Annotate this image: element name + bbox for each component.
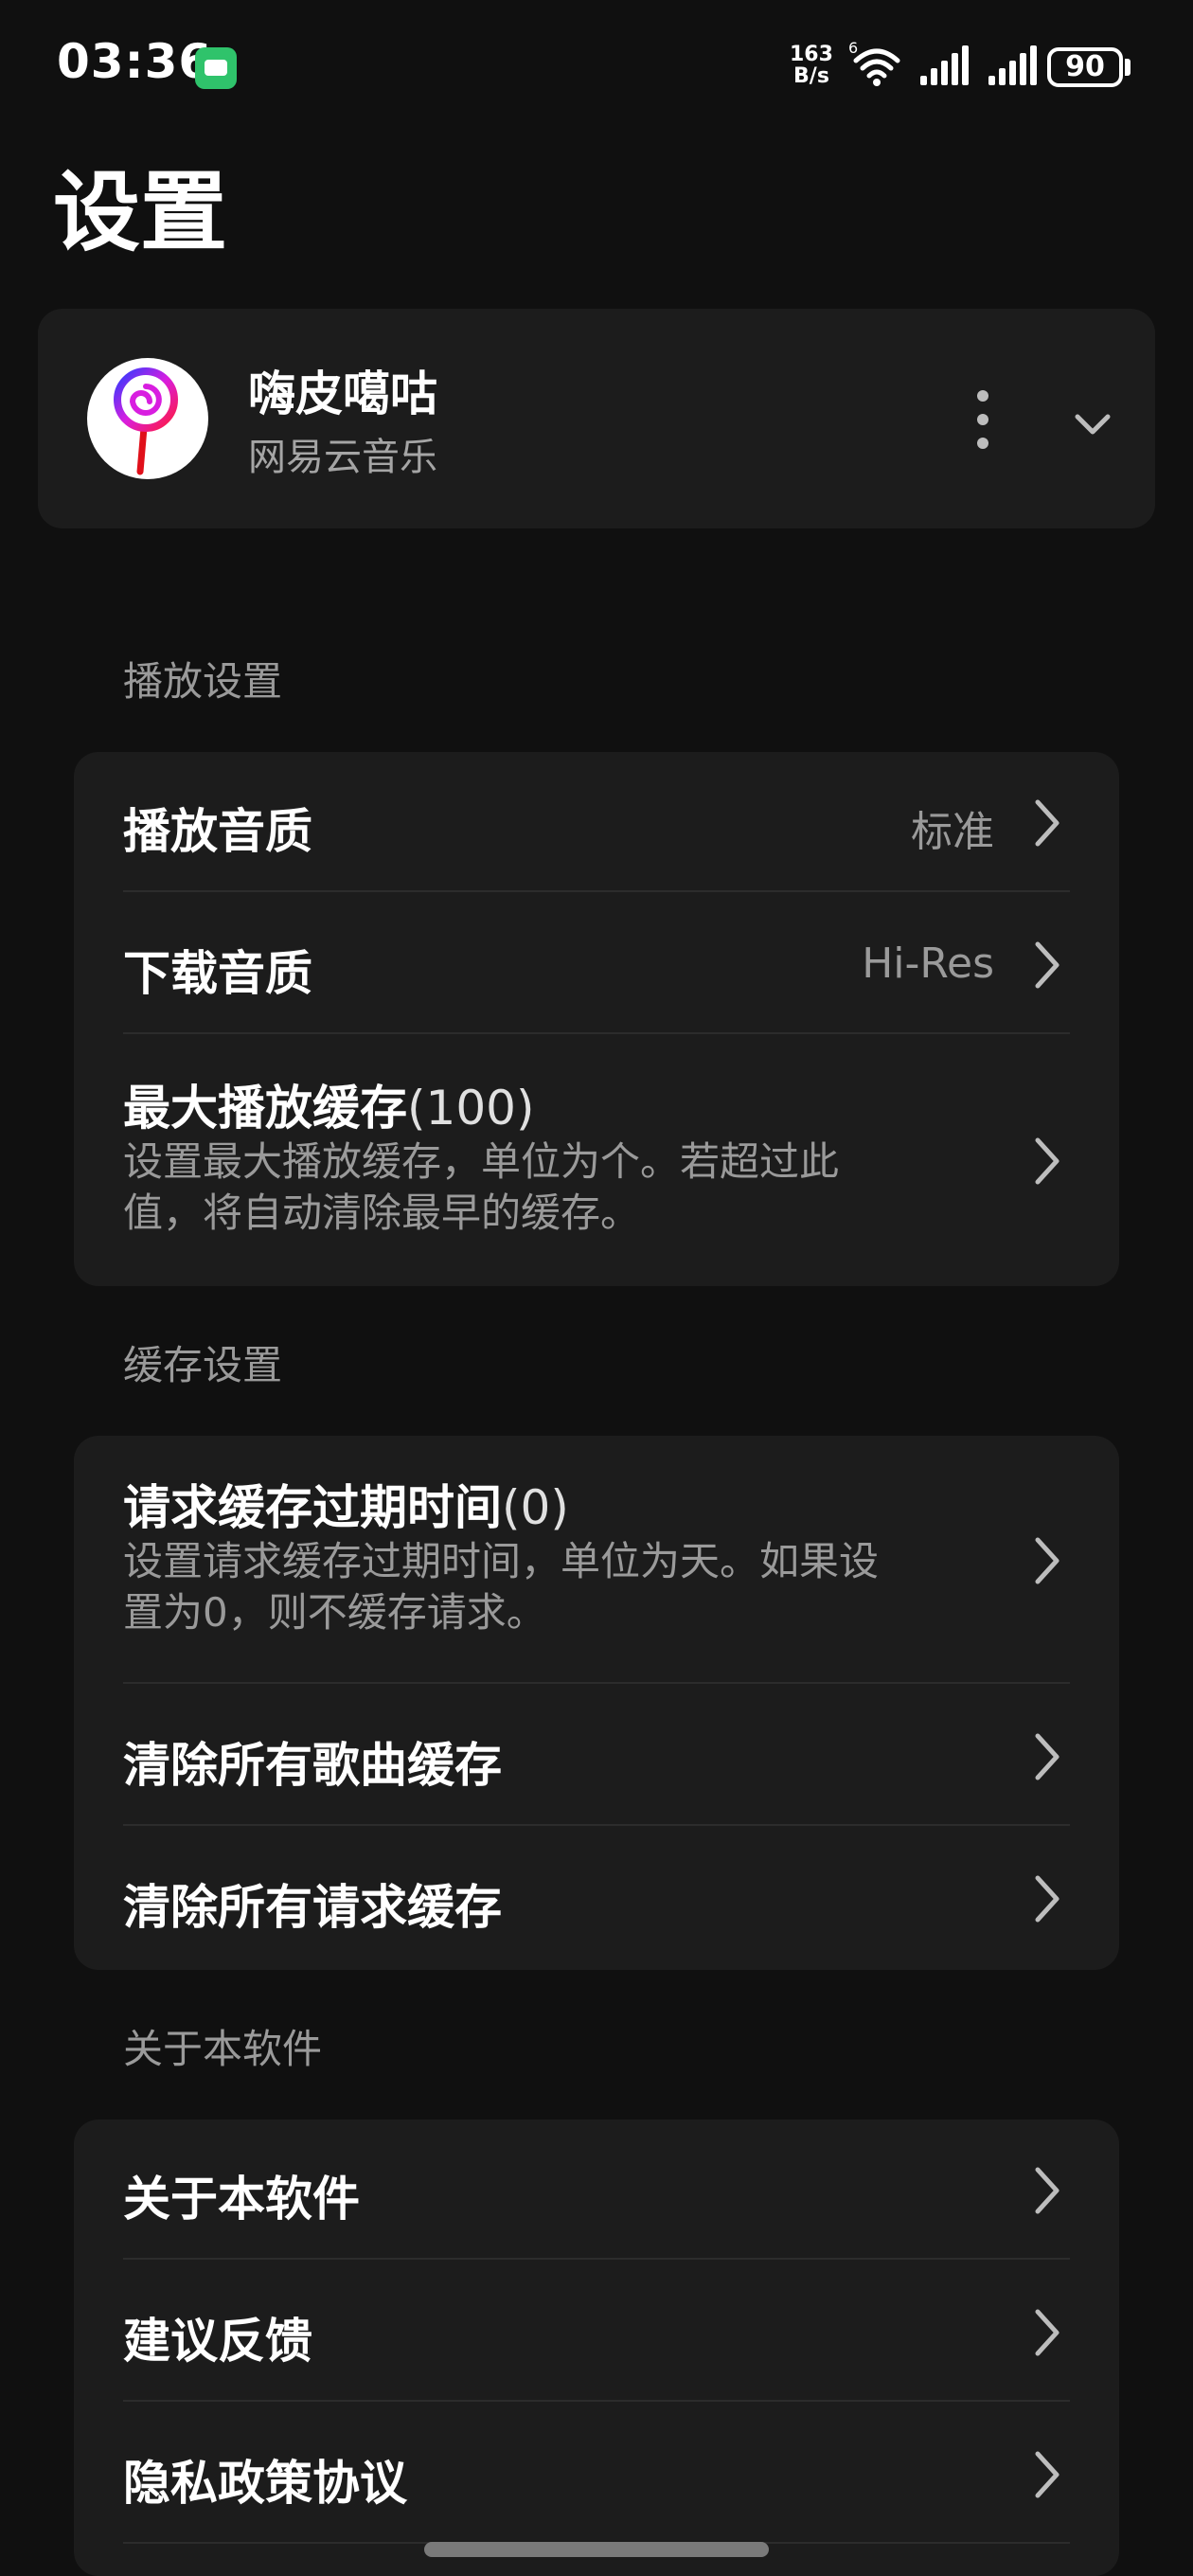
settings-page: 03:36 163 B/s 6 90 设置 嗨皮噶咕 网易云音乐 播放设置 播放…: [0, 0, 1193, 2576]
divider: [123, 890, 1070, 892]
divider: [123, 2400, 1070, 2402]
row-title: 清除所有请求缓存: [123, 1880, 502, 1935]
chevron-right-icon: [1026, 1532, 1068, 1589]
battery-level: 90: [1065, 50, 1105, 83]
row-title: 建议反馈: [123, 2314, 312, 2369]
row-description: 设置最大播放缓存，单位为个。若超过此值，将自动清除最早的缓存。: [123, 1138, 840, 1236]
home-indicator[interactable]: [424, 2542, 769, 2557]
account-name: 嗨皮噶咕: [248, 367, 437, 421]
cache-settings-group: 请求缓存过期时间(0) 设置请求缓存过期时间，单位为天。如果设置为0，则不缓存请…: [74, 1436, 1119, 1970]
divider: [123, 1824, 1070, 1826]
lollipop-icon: [114, 367, 178, 475]
request-cache-expire-row[interactable]: 请求缓存过期时间(0) 设置请求缓存过期时间，单位为天。如果设置为0，则不缓存请…: [123, 1436, 1070, 1686]
row-title: 隐私政策协议: [123, 2456, 407, 2511]
row-title: 下载音质: [123, 946, 312, 1001]
about-group: 关于本软件 建议反馈 隐私政策协议: [74, 2120, 1119, 2576]
row-description: 设置请求缓存过期时间，单位为天。如果设置为0，则不缓存请求。: [123, 1538, 880, 1636]
chevron-down-icon[interactable]: [1064, 396, 1121, 453]
row-title-text: 请求缓存过期时间: [123, 1480, 502, 1535]
battery-tip: [1125, 59, 1131, 76]
chevron-right-icon: [1026, 2304, 1068, 2361]
chevron-right-icon: [1026, 937, 1068, 993]
max-cache-row[interactable]: 最大播放缓存(100) 设置最大播放缓存，单位为个。若超过此值，将自动清除最早的…: [123, 1036, 1070, 1286]
playback-settings-group: 播放音质 标准 下载音质 Hi-Res 最大播放缓存(100) 设置最大播放缓存…: [74, 752, 1119, 1286]
section-title-cache: 缓存设置: [123, 1342, 283, 1388]
row-title: 请求缓存过期时间(0): [123, 1470, 569, 1538]
chevron-right-icon: [1026, 2162, 1068, 2219]
signal-icon: [920, 45, 970, 89]
chevron-right-icon: [1026, 1728, 1068, 1785]
chevron-right-icon: [1026, 2446, 1068, 2503]
section-title-about: 关于本软件: [123, 2026, 323, 2072]
chevron-right-icon: [1026, 795, 1068, 851]
row-value: 标准: [911, 808, 994, 856]
network-speed: 163 B/s: [790, 44, 833, 87]
row-value: Hi-Res: [862, 939, 994, 988]
battery-icon: 90: [1047, 47, 1123, 87]
row-title-text: 最大播放缓存: [123, 1081, 407, 1136]
download-quality-row[interactable]: 下载音质 Hi-Res: [123, 894, 1070, 1036]
chevron-right-icon: [1026, 1870, 1068, 1927]
divider: [123, 1032, 1070, 1034]
playback-quality-row[interactable]: 播放音质 标准: [123, 752, 1070, 894]
wifi-badge: 6: [848, 40, 858, 57]
row-title-count: (100): [407, 1081, 535, 1136]
more-options-icon[interactable]: [954, 386, 1011, 453]
privacy-policy-row[interactable]: 隐私政策协议: [123, 2404, 1070, 2546]
chevron-right-icon: [1026, 1133, 1068, 1190]
network-speed-unit: B/s: [793, 64, 829, 88]
page-title: 设置: [53, 162, 228, 263]
avatar: [87, 358, 208, 479]
account-service: 网易云音乐: [248, 436, 437, 479]
account-card[interactable]: 嗨皮噶咕 网易云音乐: [38, 309, 1155, 528]
app-notification-icon: [195, 47, 237, 89]
status-bar: 03:36 163 B/s 6 90: [0, 0, 1193, 133]
divider: [123, 1682, 1070, 1684]
signal-icon: [988, 45, 1038, 89]
clear-song-cache-row[interactable]: 清除所有歌曲缓存: [123, 1686, 1070, 1828]
row-title: 最大播放缓存(100): [123, 1070, 534, 1138]
row-title: 清除所有歌曲缓存: [123, 1738, 502, 1793]
status-time: 03:36: [57, 34, 213, 89]
row-title: 关于本软件: [123, 2172, 360, 2227]
about-app-row[interactable]: 关于本软件: [123, 2120, 1070, 2262]
row-title: 播放音质: [123, 804, 312, 859]
row-title-count: (0): [502, 1480, 569, 1535]
wifi-icon: 6: [848, 39, 903, 91]
feedback-row[interactable]: 建议反馈: [123, 2262, 1070, 2404]
clear-request-cache-row[interactable]: 清除所有请求缓存: [123, 1828, 1070, 1970]
divider: [123, 2258, 1070, 2260]
network-speed-value: 163: [790, 43, 833, 66]
section-title-playback: 播放设置: [123, 658, 283, 705]
